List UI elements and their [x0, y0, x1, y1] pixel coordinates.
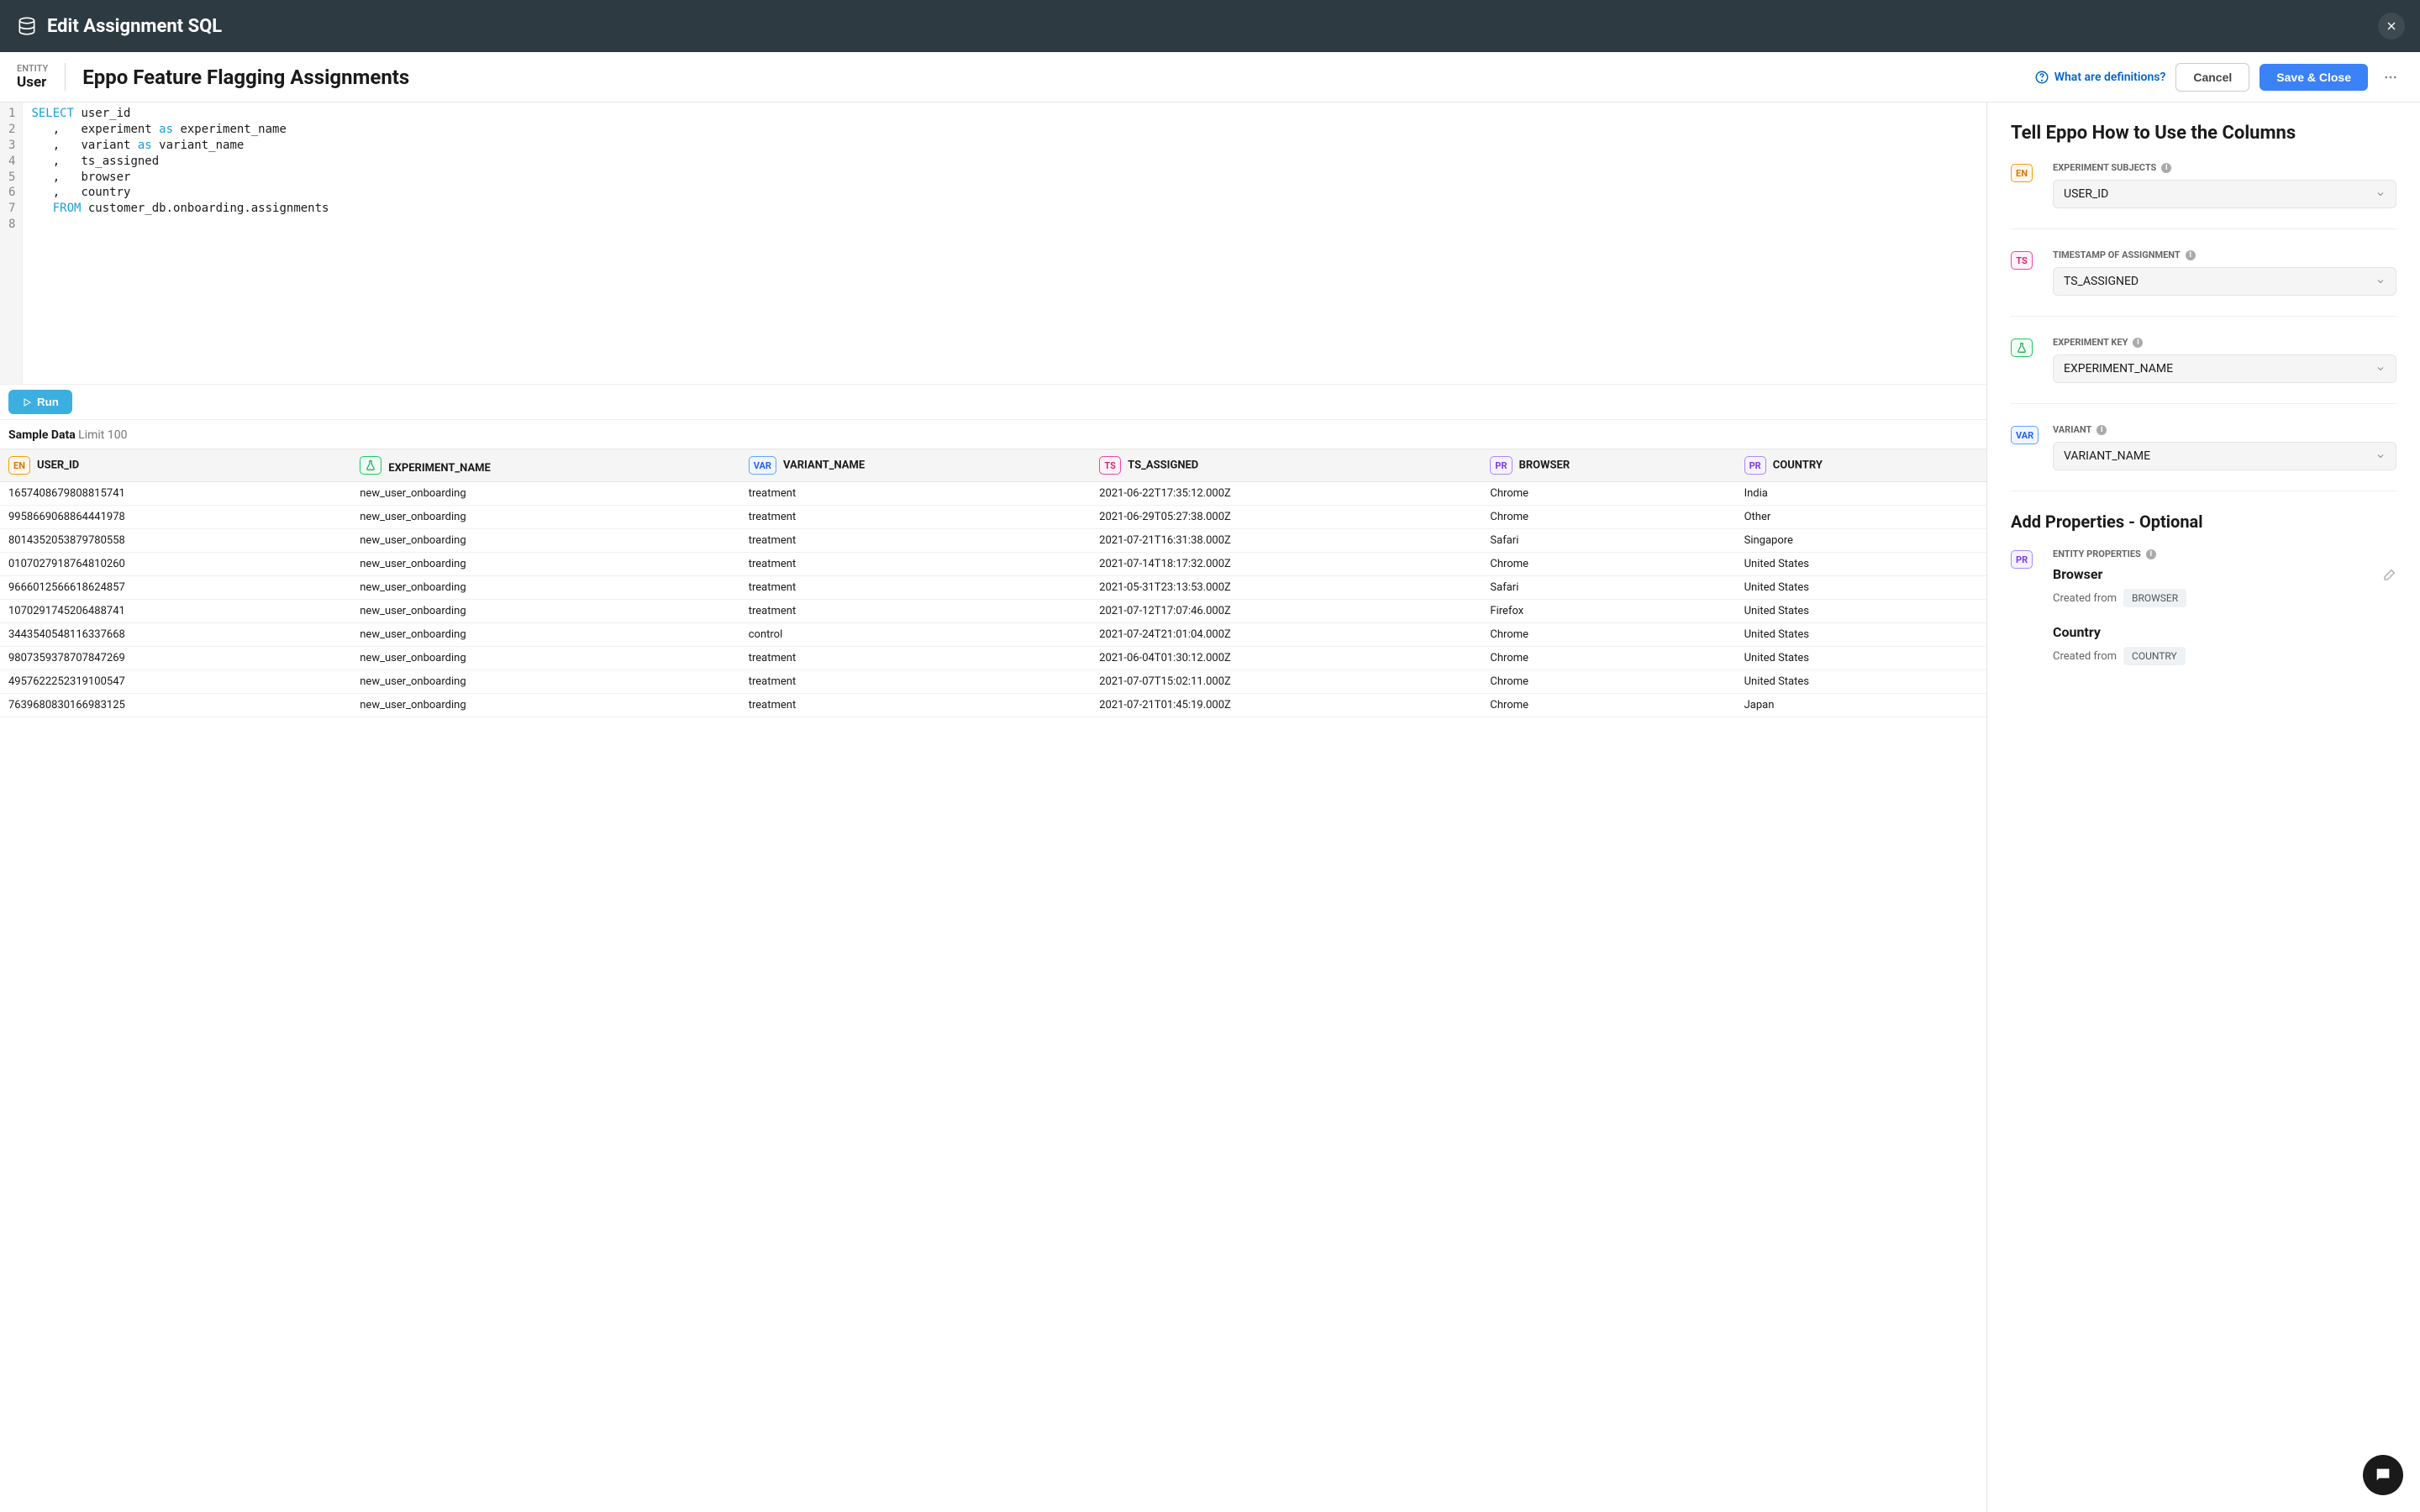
chat-icon: [2374, 1466, 2392, 1484]
modal-header: Edit Assignment SQL: [0, 0, 2420, 52]
table-row[interactable]: 9958669068864441978new_user_onboardingtr…: [0, 506, 1986, 529]
table-row[interactable]: 4957622252319100547new_user_onboardingtr…: [0, 670, 1986, 694]
cancel-button[interactable]: Cancel: [2175, 63, 2249, 92]
field-tag: TS: [2011, 251, 2033, 270]
chevron-down-icon: [2375, 276, 2386, 286]
chevron-down-icon: [2375, 189, 2386, 199]
table-row[interactable]: 1070291745206488741new_user_onboardingtr…: [0, 600, 1986, 623]
column-header: ENUSER_ID: [0, 449, 351, 482]
field-label: EXPERIMENT KEYi: [2053, 337, 2396, 348]
info-icon[interactable]: i: [2186, 250, 2196, 260]
column-select[interactable]: TS_ASSIGNED: [2053, 267, 2396, 296]
line-gutter: 12345678: [0, 102, 23, 384]
help-link[interactable]: What are definitions?: [2034, 70, 2166, 85]
sql-editor[interactable]: 12345678 SELECT user_id , experiment as …: [0, 102, 1986, 384]
properties-section-title: Add Properties - Optional: [2011, 512, 2396, 532]
sql-code[interactable]: SELECT user_id , experiment as experimen…: [23, 102, 337, 384]
property-item: BrowserCreated fromBROWSER: [2053, 566, 2396, 607]
table-row[interactable]: 0107027918764810260new_user_onboardingtr…: [0, 553, 1986, 576]
field-label: TIMESTAMP OF ASSIGNMENTi: [2053, 249, 2396, 260]
column-select[interactable]: USER_ID: [2053, 180, 2396, 208]
field-label: VARIANTi: [2053, 424, 2396, 435]
info-icon[interactable]: i: [2096, 425, 2107, 435]
help-icon: [2034, 70, 2049, 85]
more-menu-button[interactable]: [2378, 70, 2403, 85]
column-header: EXPERIMENT_NAME: [351, 449, 739, 482]
table-row[interactable]: 9666012566618624857new_user_onboardingtr…: [0, 576, 1986, 600]
mapping-title: Tell Eppo How to Use the Columns: [2011, 123, 2396, 144]
table-row[interactable]: 1657408679808815741new_user_onboardingtr…: [0, 482, 1986, 506]
field-tag: EN: [2011, 164, 2033, 182]
source-chip: BROWSER: [2123, 589, 2186, 607]
modal-title: Edit Assignment SQL: [47, 16, 2378, 37]
page-title: Eppo Feature Flagging Assignments: [82, 66, 2033, 89]
chevron-down-icon: [2375, 451, 2386, 461]
chat-widget-button[interactable]: [2363, 1455, 2403, 1495]
properties-tag: PR: [2011, 550, 2033, 569]
entity-value: User: [17, 74, 48, 91]
play-icon: [22, 397, 32, 407]
save-close-button[interactable]: Save & Close: [2260, 64, 2368, 91]
column-header: VARVARIANT_NAME: [740, 449, 1091, 482]
column-select[interactable]: VARIANT_NAME: [2053, 442, 2396, 470]
entity-properties-label: ENTITY PROPERTIES i: [2053, 549, 2396, 559]
info-icon[interactable]: i: [2161, 163, 2171, 173]
entity-label: ENTITY: [17, 63, 48, 74]
edit-property-button[interactable]: [2383, 568, 2396, 581]
column-header: PRCOUNTRY: [1736, 449, 1986, 482]
table-row[interactable]: 8014352053879780558new_user_onboardingtr…: [0, 529, 1986, 553]
sample-data-table[interactable]: ENUSER_IDEXPERIMENT_NAMEVARVARIANT_NAMET…: [0, 449, 1986, 1512]
sample-data-heading: Sample Data Limit 100: [0, 420, 1986, 449]
column-select[interactable]: EXPERIMENT_NAME: [2053, 354, 2396, 383]
property-item: CountryCreated fromCOUNTRY: [2053, 624, 2396, 665]
column-header: PRBROWSER: [1481, 449, 1735, 482]
info-icon[interactable]: i: [2133, 338, 2143, 348]
field-tag: [2011, 339, 2033, 357]
run-button[interactable]: Run: [8, 390, 72, 414]
subheader: ENTITY User Eppo Feature Flagging Assign…: [0, 52, 2420, 102]
close-button[interactable]: [2378, 13, 2405, 39]
column-header: TSTS_ASSIGNED: [1091, 449, 1481, 482]
source-chip: COUNTRY: [2123, 647, 2186, 665]
sql-icon: [15, 14, 39, 38]
table-row[interactable]: 3443540548116337668new_user_onboardingco…: [0, 623, 1986, 647]
dots-horizontal-icon: [2383, 70, 2398, 85]
table-row[interactable]: 7639680830166983125new_user_onboardingtr…: [0, 694, 1986, 717]
table-row[interactable]: 9807359378707847269new_user_onboardingtr…: [0, 647, 1986, 670]
entity-block: ENTITY User: [17, 63, 66, 91]
chevron-down-icon: [2375, 364, 2386, 374]
column-mapping-panel: Tell Eppo How to Use the Columns EN EXPER…: [1987, 102, 2420, 1512]
info-icon[interactable]: i: [2146, 549, 2156, 559]
close-icon: [2385, 19, 2398, 33]
field-label: EXPERIMENT SUBJECTSi: [2053, 162, 2396, 173]
field-tag: VAR: [2011, 426, 2039, 444]
